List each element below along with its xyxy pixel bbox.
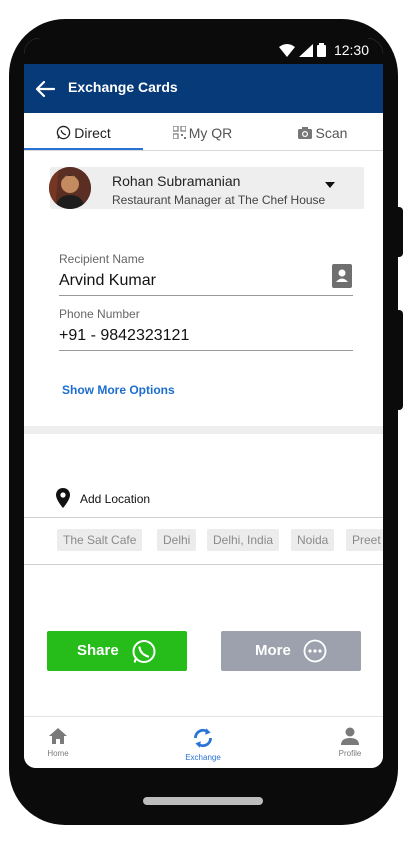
nav-exchange-label: Exchange bbox=[185, 753, 221, 762]
tab-my-qr-label: My QR bbox=[188, 124, 233, 141]
whatsapp-icon bbox=[56, 125, 71, 140]
nav-profile[interactable]: Profile bbox=[320, 725, 380, 758]
status-time: 12:30 bbox=[333, 42, 369, 58]
more-dots-icon bbox=[303, 639, 327, 663]
power-button bbox=[398, 310, 403, 410]
app-bar: Exchange Cards bbox=[24, 64, 383, 113]
tab-scan[interactable]: Scan bbox=[262, 115, 383, 150]
location-chip[interactable]: Delhi bbox=[157, 529, 197, 551]
battery-icon bbox=[316, 43, 326, 57]
tab-bar: Direct My QR Scan bbox=[24, 115, 383, 151]
add-location-button[interactable]: Add Location bbox=[80, 492, 150, 506]
tab-direct[interactable]: Direct bbox=[24, 115, 143, 150]
more-button[interactable]: More bbox=[221, 631, 361, 671]
location-chip[interactable]: The Salt Cafe bbox=[57, 529, 143, 551]
location-chip-list: The Salt Cafe Delhi Delhi, India Noida P… bbox=[24, 517, 383, 565]
phone-number-input[interactable]: +91 - 9842323121 bbox=[59, 327, 189, 345]
home-icon bbox=[49, 728, 67, 744]
contact-book-icon[interactable] bbox=[332, 264, 353, 288]
location-chip[interactable]: Noida bbox=[291, 529, 335, 551]
tab-my-qr[interactable]: My QR bbox=[143, 115, 262, 150]
avatar bbox=[49, 167, 91, 209]
home-indicator bbox=[143, 797, 263, 805]
qr-icon bbox=[172, 126, 186, 139]
section-divider bbox=[24, 426, 383, 434]
person-icon bbox=[341, 727, 359, 745]
location-chip[interactable]: Delhi, India bbox=[207, 529, 280, 551]
recipient-name-label: Recipient Name bbox=[59, 252, 145, 266]
location-chip[interactable]: Preet bbox=[346, 529, 383, 551]
phone-number-label: Phone Number bbox=[59, 307, 140, 321]
bottom-nav: Home Exchange Profile bbox=[24, 716, 383, 768]
volume-button bbox=[398, 207, 403, 257]
active-tab-indicator bbox=[24, 148, 143, 150]
location-pin-icon bbox=[56, 488, 70, 508]
recipient-name-underline bbox=[59, 295, 353, 296]
sync-icon bbox=[194, 728, 212, 748]
nav-profile-label: Profile bbox=[338, 749, 362, 758]
avatar-photo bbox=[49, 167, 91, 209]
whatsapp-icon bbox=[132, 640, 156, 663]
signal-icon bbox=[298, 43, 313, 57]
status-bar: 12:30 bbox=[24, 38, 383, 64]
profile-name: Rohan Subramanian bbox=[112, 173, 241, 189]
more-label: More bbox=[255, 642, 291, 659]
camera-icon bbox=[297, 126, 312, 139]
back-arrow-icon[interactable] bbox=[34, 78, 56, 100]
screen: 12:30 Exchange Cards Direct My QR Scan R… bbox=[24, 38, 383, 768]
wifi-icon bbox=[278, 43, 295, 57]
tab-scan-label: Scan bbox=[315, 124, 348, 141]
tab-direct-label: Direct bbox=[74, 124, 111, 141]
profile-role: Restaurant Manager at The Chef House bbox=[112, 193, 326, 207]
chevron-down-icon[interactable] bbox=[325, 182, 335, 188]
phone-number-underline bbox=[59, 350, 353, 351]
page-title: Exchange Cards bbox=[68, 79, 178, 95]
nav-home-label: Home bbox=[47, 749, 69, 758]
nav-exchange[interactable]: Exchange bbox=[173, 725, 233, 762]
share-label: Share bbox=[77, 642, 119, 659]
share-button[interactable]: Share bbox=[47, 631, 187, 671]
recipient-name-input[interactable]: Arvind Kumar bbox=[59, 272, 156, 290]
nav-home[interactable]: Home bbox=[28, 725, 88, 758]
show-more-options-link[interactable]: Show More Options bbox=[62, 383, 175, 397]
